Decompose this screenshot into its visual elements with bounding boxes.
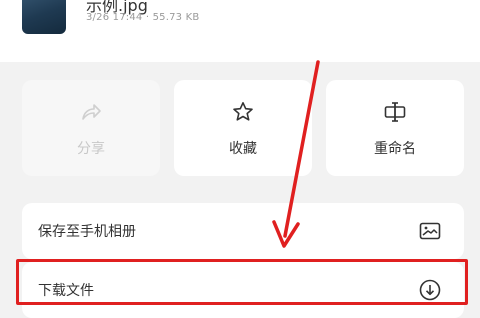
download-file-item[interactable]: 下载文件: [22, 262, 464, 318]
file-header: 示例.jpg 3/26 17:44 · 55.73 KB: [0, 0, 480, 62]
star-icon: [233, 102, 253, 121]
favorite-label: 收藏: [229, 141, 257, 157]
image-icon: [419, 222, 441, 240]
rename-label: 重命名: [374, 141, 416, 157]
share-label: 分享: [77, 141, 105, 157]
download-icon: [419, 279, 441, 301]
file-meta: 3/26 17:44 · 55.73 KB: [86, 12, 200, 23]
rename-icon: [384, 102, 406, 122]
share-icon: [82, 104, 101, 120]
file-thumbnail[interactable]: [22, 0, 66, 34]
favorite-button[interactable]: 收藏: [174, 80, 312, 176]
share-button[interactable]: 分享: [22, 80, 160, 176]
rename-button[interactable]: 重命名: [326, 80, 464, 176]
download-file-label: 下载文件: [38, 283, 94, 299]
action-grid: 分享 收藏 重命名: [22, 80, 464, 176]
save-to-album-label: 保存至手机相册: [38, 224, 136, 240]
save-to-album-item[interactable]: 保存至手机相册: [22, 203, 464, 259]
